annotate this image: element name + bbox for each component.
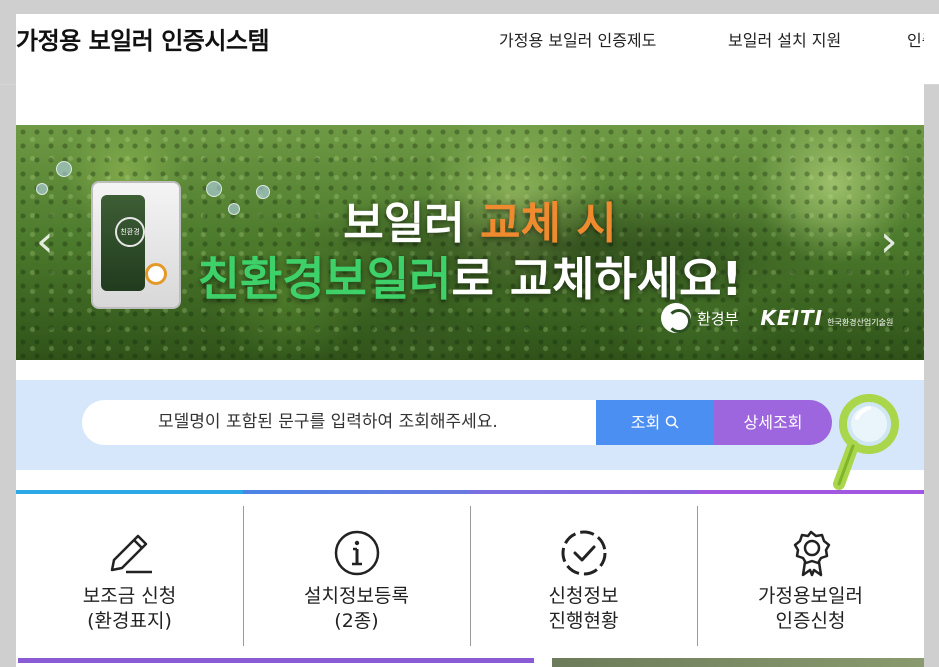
detail-search-button[interactable]: 상세조회 [714, 400, 832, 445]
ministry-emblem-icon [661, 303, 691, 333]
quick-menu-subsidy[interactable]: 보조금 신청 (환경표지) [16, 506, 243, 646]
bottom-image-strip [552, 658, 924, 667]
chevron-left-icon[interactable]: ‹ [36, 220, 54, 264]
magnifier-icon [833, 394, 899, 490]
site-title[interactable]: 가정용 보일러 인증시스템 [16, 21, 270, 56]
keiti-name: KEITI [760, 306, 824, 330]
quick-menu-install-registration[interactable]: 설치정보등록 (2종) [243, 506, 470, 646]
search-section: 모델명이 포함된 문구를 입력하여 조회해주세요. 조회 상세조회 [16, 380, 924, 470]
ministry-logo: 환경부 [661, 303, 738, 333]
promo-banner[interactable]: 친환경 보일러 교체 시 친환경보일러로 교체하세요! ‹ › 환경부 KEIT… [16, 125, 924, 360]
nav-item-certification-system[interactable]: 가정용 보일러 인증제도 [499, 27, 656, 51]
keiti-subtitle: 한국환경산업기술원 [827, 318, 894, 327]
quick-menu-certification-request[interactable]: 가정용보일러 인증신청 [697, 506, 924, 646]
menu-accent-bar [243, 490, 470, 494]
check-circle-icon [561, 530, 606, 576]
headline-1-text: 보일러 [343, 198, 480, 249]
ministry-name: 환경부 [697, 309, 739, 328]
search-button[interactable]: 조회 [596, 400, 714, 445]
quick-menu-label: 보조금 신청 [82, 585, 177, 607]
search-button-label: 조회 [630, 413, 661, 432]
header-right-fill [924, 14, 939, 84]
quick-menu-sublabel: (2종) [334, 610, 379, 632]
bubble-decoration [56, 161, 72, 177]
search-icon [666, 415, 679, 429]
main-page: 가정용 보일러 인증시스템 가정용 보일러 인증제도 보일러 설치 지원 인증 … [16, 14, 924, 667]
bottom-accent-strip [18, 658, 534, 663]
award-icon [793, 530, 830, 577]
quick-menu-label: 설치정보등록 [304, 585, 409, 607]
chevron-right-icon[interactable]: › [880, 220, 898, 264]
banner-headline-1: 보일러 교체 시 [16, 187, 924, 251]
quick-menu-sublabel: 인증신청 [775, 610, 846, 632]
quick-menu-sublabel: (환경표지) [87, 610, 172, 632]
quick-menu-label: 가정용보일러 [758, 585, 863, 607]
menu-accent-bar [470, 490, 697, 494]
keiti-logo: KEITI 한국환경산업기술원 [760, 306, 893, 330]
headline-2-highlight: 친환경보일러 [197, 252, 452, 306]
search-input[interactable]: 모델명이 포함된 문구를 입력하여 조회해주세요. [82, 400, 597, 445]
headline-2-text: 로 교체하세요! [451, 252, 743, 306]
nav-item-installation-support[interactable]: 보일러 설치 지원 [728, 27, 841, 51]
headline-1-highlight: 교체 시 [480, 198, 617, 249]
menu-accent-bar [16, 490, 243, 494]
info-icon [334, 530, 379, 576]
quick-menu-sublabel: 진행현황 [548, 610, 619, 632]
pencil-icon [110, 534, 152, 574]
quick-menu-label: 신청정보 [548, 585, 619, 607]
banner-headline-2: 친환경보일러로 교체하세요! [16, 243, 924, 309]
quick-menu-application-status[interactable]: 신청정보 진행현황 [470, 506, 697, 646]
nav-item-certification[interactable]: 인증 [907, 27, 924, 51]
sponsor-logos: 환경부 KEITI 한국환경산업기술원 [661, 303, 893, 333]
